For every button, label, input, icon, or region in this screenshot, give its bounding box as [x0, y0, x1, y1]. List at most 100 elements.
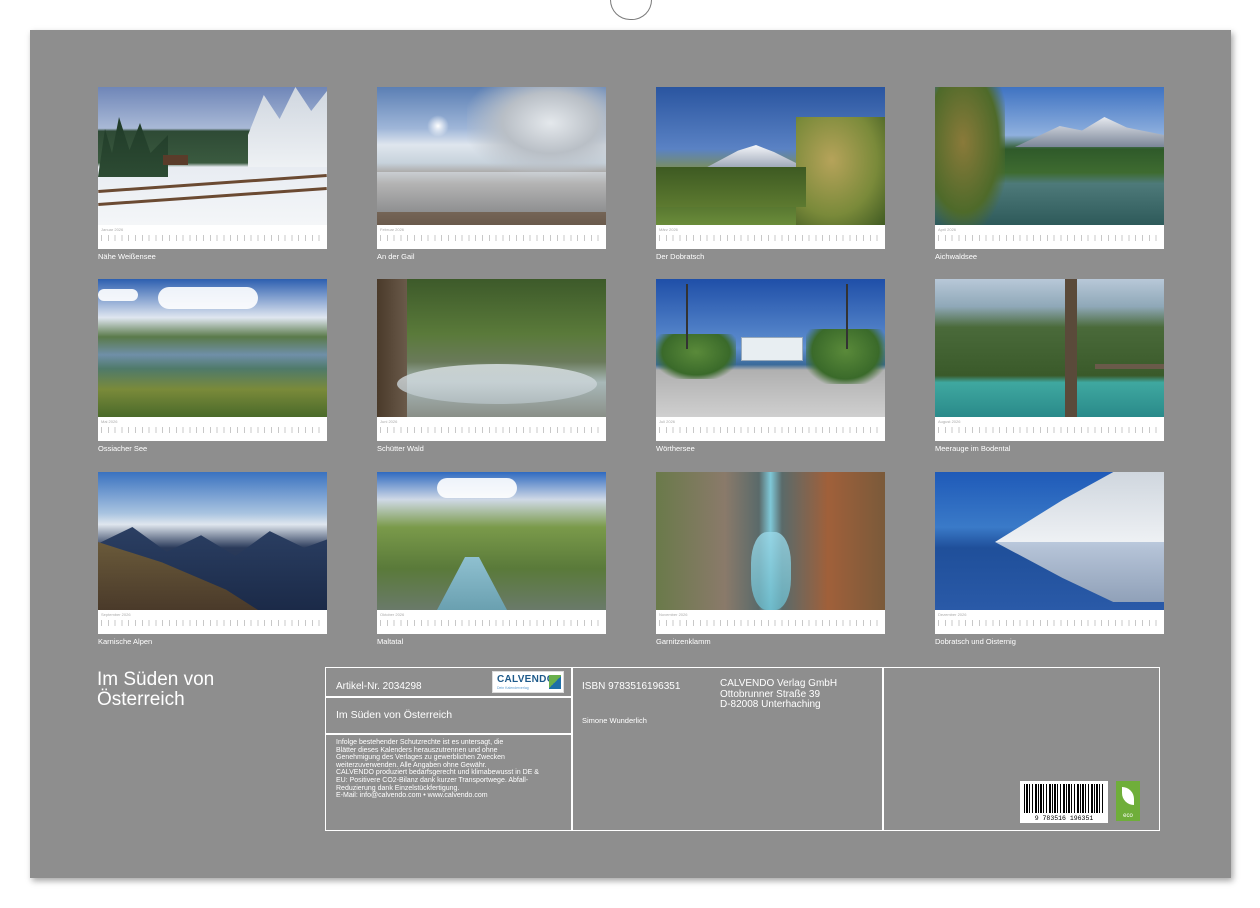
hanger-notch — [610, 0, 652, 20]
binding-hole — [1038, 6, 1046, 13]
month-label: Juli 2026 — [659, 419, 676, 424]
legal-line: Blätter dieses Kalenders herauszutrennen… — [336, 746, 498, 754]
photo-caption: Maltatal — [377, 637, 404, 646]
legal-line: weiterzuverwenden. Alle Angaben ohne Gew… — [336, 761, 487, 769]
photo-caption: Der Dobratsch — [656, 252, 705, 261]
binding-hole — [712, 6, 720, 13]
binding-hole — [239, 6, 247, 13]
legal-line: Infolge bestehender Schutzrechte ist es … — [336, 739, 504, 746]
isbn-barcode: 9 783516 196351 — [1020, 781, 1108, 823]
binding-hole — [924, 6, 932, 13]
month-label: März 2026 — [659, 227, 678, 232]
binding-hole — [76, 6, 84, 13]
binding-hole — [337, 6, 345, 13]
legal-line: EU: Positivere CO2-Bilanz dank kurzer Tr… — [336, 776, 529, 784]
month-label: November 2026 — [659, 612, 688, 617]
month-thumbnail-november: November 2026 Garnitzenklamm — [656, 472, 885, 646]
photo-caption: Wörthersee — [656, 444, 695, 453]
binding-hole — [1217, 6, 1225, 13]
calendar-day-strip: November 2026 — [656, 610, 885, 634]
binding-hole — [1152, 6, 1160, 13]
binding-hole — [125, 6, 133, 13]
photo-valley-lake — [98, 279, 327, 417]
photo-frosty-river — [377, 87, 606, 225]
binding-hole — [484, 6, 492, 13]
binding-hole — [272, 6, 280, 13]
photo-turquoise-pond — [935, 279, 1164, 417]
calendar-day-strip: April 2026 — [935, 225, 1164, 249]
legal-line: Reduzierung dank Einzelstückfertigung. — [336, 784, 460, 792]
binding-hole — [891, 6, 899, 13]
product-info-box: Artikel-Nr. 2034298 CALVENDO Dein Kalend… — [325, 667, 1160, 831]
binding-hole — [516, 6, 524, 13]
binding-hole — [728, 6, 736, 13]
month-label: Januar 2026 — [101, 227, 124, 232]
calendar-day-strip: August 2026 — [935, 417, 1164, 441]
binding-hole — [533, 6, 540, 13]
binding-hole — [826, 6, 834, 13]
author-name: Simone Wunderlich — [582, 716, 647, 725]
calendar-day-strip: Januar 2026 — [98, 225, 327, 249]
photo-alpine-ridges — [98, 472, 327, 610]
binding-hole — [761, 6, 769, 13]
legal-line: E-Mail: info@calvendo.com • www.calvendo… — [336, 792, 488, 800]
binding-hole — [158, 6, 166, 13]
binding-hole — [60, 6, 68, 13]
month-thumbnail-may: Mai 2026 Ossiacher See — [98, 279, 327, 453]
photo-caption: Meerauge im Bodental — [935, 444, 1011, 453]
binding-hole — [859, 6, 866, 13]
binding-hole — [1054, 6, 1062, 13]
binding-hole — [92, 6, 100, 13]
divider — [882, 668, 884, 830]
eco-badge: eco — [1116, 781, 1140, 821]
binding-hole — [190, 6, 198, 13]
month-thumbnail-july: Juli 2026 Wörthersee — [656, 279, 885, 453]
divider — [571, 668, 573, 830]
binding-hole — [207, 6, 214, 13]
binding-hole — [940, 6, 948, 13]
month-label: Mai 2026 — [101, 419, 118, 424]
divider — [326, 733, 571, 735]
binding-hole — [1201, 6, 1209, 13]
binding-hole — [288, 6, 296, 13]
binding-hole — [1103, 6, 1111, 13]
photo-snowy-reflection — [935, 472, 1164, 610]
month-label: August 2026 — [938, 419, 961, 424]
calendar-day-strip: September 2026 — [98, 610, 327, 634]
binding-hole — [418, 6, 426, 13]
month-label: Juni 2026 — [380, 419, 398, 424]
month-thumbnail-october: Oktober 2026 Maltatal — [377, 472, 606, 646]
isbn: ISBN 9783516196351 — [582, 681, 681, 692]
month-thumbnail-february: Februar 2026 An der Gail — [377, 87, 606, 261]
binding-hole — [696, 6, 703, 13]
calvendo-logo-icon — [549, 675, 561, 689]
binding-hole — [956, 6, 964, 13]
binding-hole — [370, 6, 377, 13]
eco-label: eco — [1123, 813, 1133, 819]
photo-caption: Aichwaldsee — [935, 252, 978, 261]
photo-caption: Dobratsch und Oisternig — [935, 637, 1016, 646]
binding-hole — [304, 6, 312, 13]
calvendo-logo: CALVENDO Dein Kalenderverlag — [492, 671, 564, 693]
photo-winter-snow — [98, 87, 327, 225]
binding-hole — [973, 6, 981, 13]
binding-hole — [1022, 6, 1029, 13]
binding-hole — [255, 6, 263, 13]
photo-forest-stream — [377, 279, 606, 417]
binding-hole — [451, 6, 459, 13]
binding-hole — [1136, 6, 1144, 13]
photo-caption: Karnische Alpen — [98, 637, 153, 646]
month-thumbnail-september: September 2026 Karnische Alpen — [98, 472, 327, 646]
calendar-day-strip: März 2026 — [656, 225, 885, 249]
month-label: Oktober 2026 — [380, 612, 405, 617]
article-number: Artikel-Nr. 2034298 — [336, 681, 422, 692]
photo-mountain-brook — [377, 472, 606, 610]
photo-caption: Nähe Weißensee — [98, 252, 156, 261]
photo-gorge — [656, 472, 885, 610]
month-thumbnail-december: Dezember 2026 Dobratsch und Oisternig — [935, 472, 1164, 646]
barcode-number: 9 783516 196351 — [1034, 815, 1094, 822]
calendar-day-strip: Dezember 2026 — [935, 610, 1164, 634]
binding-hole — [174, 6, 182, 13]
binding-hole — [1070, 6, 1078, 13]
product-title: Im Süden von Österreich — [336, 709, 453, 721]
